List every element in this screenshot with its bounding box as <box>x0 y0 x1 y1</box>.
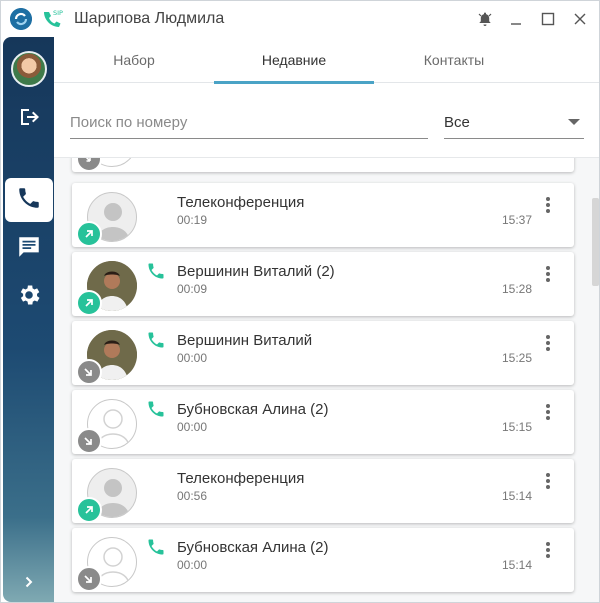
more-vertical-icon[interactable] <box>544 264 552 284</box>
outgoing-call-icon <box>76 221 102 247</box>
call-time: 15:37 <box>501 213 532 227</box>
logout-icon <box>17 105 41 134</box>
incoming-call-icon <box>76 359 102 385</box>
call-duration: 00:00 <box>177 420 208 434</box>
call-duration: 00:56 <box>177 489 208 503</box>
tab-bar: Набор Недавние Контакты <box>54 37 599 83</box>
window-title: Шарипова Людмила <box>74 10 225 27</box>
call-card[interactable]: Вершинин Виталий 00:00 15:25 <box>72 321 574 385</box>
sidebar-item-settings[interactable] <box>3 275 54 319</box>
contact-name: Бубновская Алина (2) <box>177 539 329 556</box>
more-vertical-icon[interactable] <box>544 540 552 560</box>
incoming-call-icon <box>76 158 102 172</box>
sip-phone-icon: SIP <box>40 7 64 31</box>
bell-icon[interactable] <box>475 9 495 29</box>
incoming-call-icon <box>76 566 102 592</box>
contact-name: Вершинин Виталий <box>177 332 313 349</box>
title-bar: SIP Шарипова Людмила <box>1 1 599 37</box>
call-duration: 00:00 <box>177 351 208 365</box>
scrollbar-thumb[interactable] <box>592 198 599 286</box>
call-card-partial[interactable] <box>72 158 574 172</box>
more-vertical-icon[interactable] <box>544 333 552 353</box>
caret-down-icon <box>568 119 580 125</box>
contact-name: Телеконференция <box>177 194 305 211</box>
call-time: 15:15 <box>501 420 532 434</box>
call-card[interactable]: Бубновская Алина (2) 00:00 15:14 <box>72 528 574 592</box>
tab-dial[interactable]: Набор <box>54 37 214 83</box>
call-history-list[interactable]: Телеконференция 00:19 15:37 Вершинин Витали… <box>54 158 589 602</box>
more-vertical-icon[interactable] <box>544 402 552 422</box>
svg-text:SIP: SIP <box>53 9 63 17</box>
call-card[interactable]: Вершинин Виталий (2) 00:09 15:28 <box>72 252 574 316</box>
active-tab-indicator <box>214 81 374 84</box>
call-time: 15:28 <box>501 282 532 296</box>
search-field <box>70 107 428 139</box>
incoming-call-icon <box>76 428 102 454</box>
filter-select[interactable]: Все <box>444 107 584 139</box>
sidebar-item-calls[interactable] <box>5 178 53 222</box>
call-time: 15:25 <box>501 351 532 365</box>
user-avatar[interactable] <box>11 51 47 87</box>
call-card[interactable]: Телеконференция 00:56 15:14 <box>72 459 574 523</box>
logout-button[interactable] <box>3 97 54 141</box>
sidebar-item-messages[interactable] <box>3 227 54 271</box>
contact-name: Бубновская Алина (2) <box>177 401 329 418</box>
chevron-right-icon <box>23 575 35 593</box>
outgoing-call-icon <box>76 497 102 523</box>
call-duration: 00:00 <box>177 558 208 572</box>
call-card[interactable]: Телеконференция 00:19 15:37 <box>72 183 574 247</box>
maximize-icon[interactable] <box>538 9 558 29</box>
phone-icon[interactable] <box>146 537 166 557</box>
call-duration: 00:19 <box>177 213 208 227</box>
expand-sidebar-button[interactable] <box>3 572 54 596</box>
chat-icon <box>16 234 42 265</box>
phone-icon[interactable] <box>146 261 166 281</box>
filter-value: Все <box>444 114 470 131</box>
more-vertical-icon[interactable] <box>544 195 552 215</box>
more-vertical-icon[interactable] <box>544 471 552 491</box>
close-icon[interactable] <box>570 9 590 29</box>
tab-contacts[interactable]: Контакты <box>374 37 534 83</box>
search-input[interactable] <box>70 107 428 137</box>
phone-icon[interactable] <box>146 399 166 419</box>
phone-icon <box>16 185 42 216</box>
call-card[interactable]: Бубновская Алина (2) 00:00 15:15 <box>72 390 574 454</box>
outgoing-call-icon <box>76 290 102 316</box>
app-window: SIP Шарипова Людмила Набор Недавние Конт… <box>0 0 600 603</box>
contact-name: Вершинин Виталий (2) <box>177 263 335 280</box>
phone-icon[interactable] <box>146 330 166 350</box>
minimize-icon[interactable] <box>506 9 526 29</box>
call-time: 15:14 <box>501 489 532 503</box>
call-time: 15:14 <box>501 558 532 572</box>
gear-icon <box>16 282 42 313</box>
call-duration: 00:09 <box>177 282 208 296</box>
tab-recent[interactable]: Недавние <box>214 37 374 83</box>
sidebar <box>3 37 54 602</box>
contact-name: Телеконференция <box>177 470 305 487</box>
app-logo-icon <box>10 8 32 30</box>
